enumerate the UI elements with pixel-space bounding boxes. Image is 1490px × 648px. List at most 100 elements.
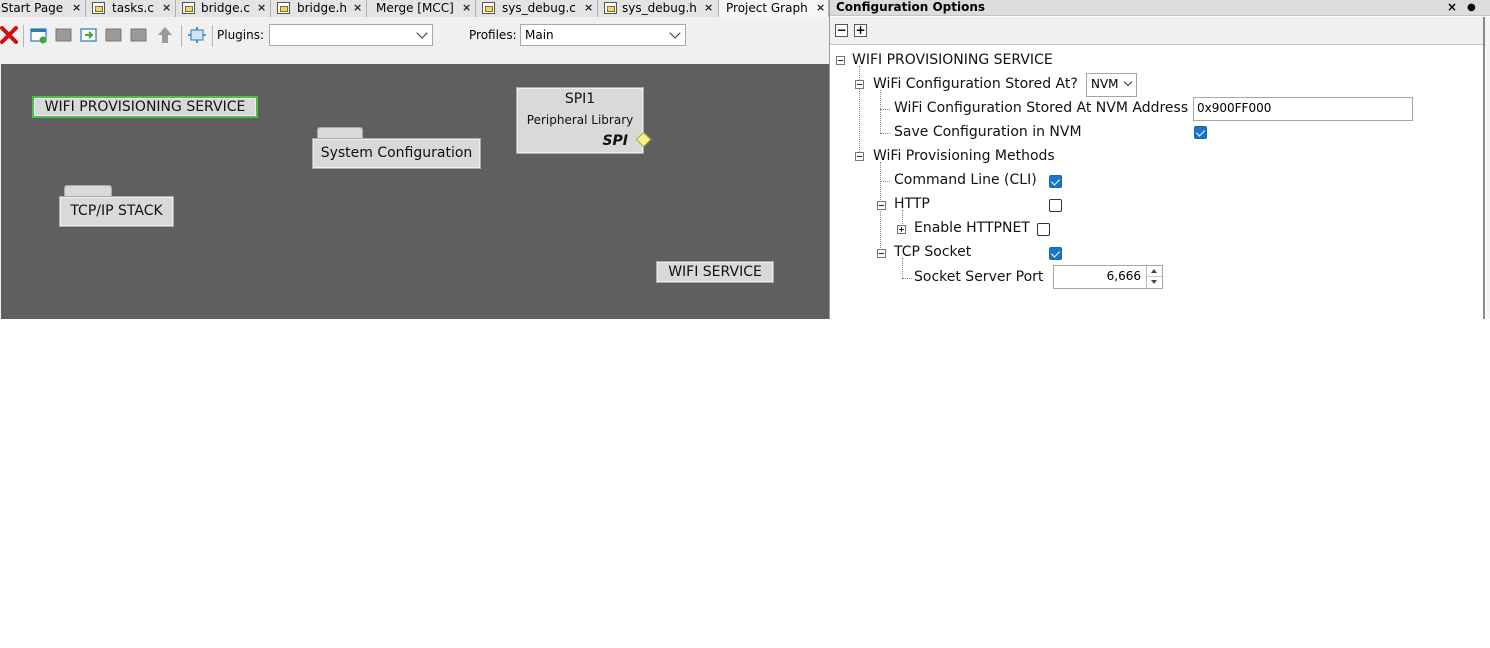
tab-bridge-h[interactable]: bridge.h × (271, 0, 367, 17)
tree-line (880, 90, 881, 133)
up-arrow-icon[interactable] (156, 26, 174, 44)
tab-close-icon[interactable]: × (816, 0, 825, 16)
tab-sys-debug-c[interactable]: sys_debug.c × (476, 0, 598, 17)
c-file-icon (182, 2, 195, 14)
tab-close-icon[interactable]: × (353, 0, 362, 16)
tree-line (880, 109, 890, 110)
tree-root-label: WIFI PROVISIONING SERVICE (852, 52, 1053, 68)
tab-tasks-c[interactable]: tasks.c × (86, 0, 176, 17)
tab-label: Project Graph (726, 1, 808, 15)
decrement-icon[interactable] (1147, 277, 1162, 288)
toolbar-separator (212, 25, 213, 47)
cli-label: Command Line (CLI) (894, 172, 1037, 188)
save-nvm-label: Save Configuration in NVM (894, 124, 1082, 140)
increment-icon[interactable] (1147, 266, 1162, 277)
tab-sys-debug-h[interactable]: sys_debug.h × (598, 0, 719, 17)
nvm-address-label: WiFi Configuration Stored At NVM Address (894, 100, 1189, 116)
tcpip-stack-node[interactable]: TCP/IP STACK (59, 196, 174, 227)
profiles-select[interactable]: Main (520, 24, 686, 46)
stored-at-select[interactable]: NVM (1086, 73, 1137, 97)
tab-close-icon[interactable]: × (462, 0, 471, 16)
system-configuration-node[interactable]: System Configuration (312, 138, 481, 169)
new-container-icon[interactable] (30, 26, 48, 44)
collapse-icon[interactable] (877, 249, 886, 258)
close-icon[interactable]: × (1447, 0, 1457, 15)
profiles-label: Profiles: (469, 28, 517, 42)
wifi-provisioning-node[interactable]: WIFI PROVISIONING SERVICE (32, 96, 258, 118)
tree-line (880, 133, 890, 134)
httpnet-checkbox[interactable] (1037, 223, 1050, 236)
spinner-buttons (1146, 266, 1162, 288)
http-label: HTTP (894, 196, 930, 212)
tcp-socket-checkbox[interactable] (1049, 247, 1062, 260)
expand-icon[interactable] (897, 225, 906, 234)
pin-icon[interactable]: ● (1467, 0, 1476, 15)
tab-close-icon[interactable]: × (72, 0, 81, 16)
tree-line (880, 181, 890, 182)
panel-border (1483, 17, 1485, 319)
stored-at-label: WiFi Configuration Stored At? (873, 76, 1078, 92)
tab-close-icon[interactable]: × (704, 0, 713, 16)
tab-label: tasks.c (112, 1, 154, 15)
collapse-icon[interactable] (836, 56, 845, 65)
methods-label: WiFi Provisioning Methods (873, 148, 1055, 164)
tab-label: Start Page (1, 1, 64, 15)
http-checkbox[interactable] (1049, 199, 1062, 212)
tab-label: Merge [MCC] (376, 1, 454, 15)
nvm-address-value: 0x900FF000 (1197, 101, 1272, 115)
tab-start-page[interactable]: Start Page × (0, 0, 86, 17)
tab-label: sys_debug.h (622, 1, 697, 15)
move-component-icon[interactable] (55, 26, 73, 44)
fit-view-icon[interactable] (188, 26, 206, 44)
c-file-icon (482, 2, 495, 14)
socket-port-label: Socket Server Port (914, 269, 1044, 285)
h-file-icon (277, 2, 290, 14)
spi1-subtitle: Peripheral Library (526, 113, 634, 127)
tab-label: bridge.c (201, 1, 250, 15)
group-icon[interactable] (130, 26, 148, 44)
import-component-icon[interactable] (80, 26, 98, 44)
chevron-down-icon (416, 27, 428, 39)
plugins-select[interactable] (269, 24, 433, 46)
export-component-icon[interactable] (105, 26, 123, 44)
configuration-options-panel: Configuration Options × ● − + WIFI PROVI… (829, 0, 1490, 319)
spi1-interface: SPI (602, 133, 628, 149)
spi1-node[interactable]: SPI1 Peripheral Library SPI (516, 87, 644, 154)
tab-close-icon[interactable]: × (584, 0, 593, 16)
graph-toolbar: Plugins: Profiles: Main (0, 18, 829, 52)
collapse-icon[interactable] (855, 152, 864, 161)
tab-bridge-c[interactable]: bridge.c × (176, 0, 271, 17)
save-nvm-checkbox[interactable] (1194, 126, 1207, 139)
tab-close-icon[interactable]: × (162, 0, 171, 16)
httpnet-label: Enable HTTPNET (914, 220, 1030, 236)
editor-tab-bar: Start Page × tasks.c × bridge.c × bridge… (0, 0, 829, 17)
project-graph-panel: Start Page × tasks.c × bridge.c × bridge… (0, 0, 829, 319)
chevron-down-icon (669, 27, 681, 39)
graph-canvas[interactable]: WIFI PROVISIONING SERVICE System Configu… (1, 64, 829, 319)
nvm-address-field[interactable]: 0x900FF000 (1193, 97, 1413, 121)
wifi-service-node[interactable]: WIFI SERVICE (656, 261, 774, 283)
spi1-title: SPI1 (564, 91, 596, 107)
config-toolbar: − + (830, 17, 1486, 45)
collapse-all-button[interactable]: − (835, 24, 848, 37)
toolbar-separator (181, 25, 182, 47)
tcp-socket-label: TCP Socket (894, 244, 972, 260)
chevron-down-icon (1123, 77, 1133, 87)
tab-project-graph[interactable]: Project Graph × (719, 0, 829, 17)
cli-checkbox[interactable] (1049, 175, 1062, 188)
collapse-icon[interactable] (855, 80, 864, 89)
delete-icon[interactable] (0, 26, 18, 44)
toolbar-separator (23, 25, 24, 47)
stored-at-value: NVM (1091, 77, 1119, 91)
socket-port-value: 6,666 (1106, 269, 1141, 283)
socket-port-stepper[interactable]: 6,666 (1053, 265, 1163, 289)
c-file-icon (92, 2, 105, 14)
scrollbar[interactable] (1486, 17, 1490, 319)
tab-close-icon[interactable]: × (257, 0, 266, 16)
node-label: System Configuration (320, 145, 473, 161)
tab-merge-mcc[interactable]: Merge [MCC] × (367, 0, 476, 17)
node-label: WIFI PROVISIONING SERVICE (44, 99, 246, 115)
panel-header: Configuration Options × ● (830, 0, 1490, 16)
expand-all-button[interactable]: + (854, 24, 867, 37)
collapse-icon[interactable] (877, 201, 886, 210)
